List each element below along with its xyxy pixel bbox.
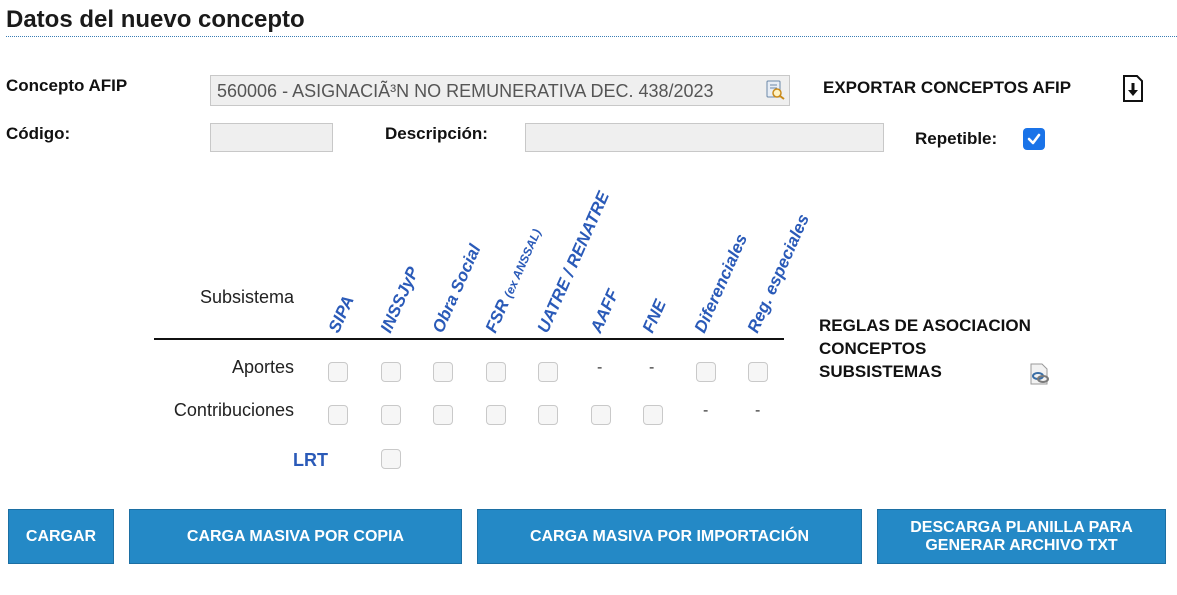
concepto-afip-label: Concepto AFIP — [6, 76, 128, 95]
subsistema-header: Subsistema — [199, 287, 294, 307]
carga-masiva-copia-button[interactable]: CARGA MASIVA POR COPIA — [129, 509, 462, 564]
cargar-button[interactable]: CARGAR — [8, 509, 114, 564]
reglas-line-2: CONCEPTOS — [819, 339, 927, 358]
col-header-diferenciales: Diferenciales — [690, 231, 752, 336]
download-icon[interactable] — [1120, 74, 1146, 104]
row-label-contribuciones: Contribuciones — [173, 400, 294, 420]
lrt-label: LRT — [293, 450, 328, 470]
contrib-inssjyp-checkbox[interactable] — [381, 405, 401, 425]
aportes-diferenciales-checkbox[interactable] — [696, 362, 716, 382]
aportes-inssjyp-checkbox[interactable] — [381, 362, 401, 382]
exportar-conceptos-link[interactable]: EXPORTAR CONCEPTOS AFIP — [823, 78, 1071, 98]
col-header-sipa: SIPA — [324, 292, 358, 336]
aportes-obra-social-checkbox[interactable] — [433, 362, 453, 382]
descarga-planilla-button[interactable]: DESCARGA PLANILLA PARA GENERAR ARCHIVO T… — [877, 509, 1166, 564]
col-header-aaff: AAFF — [586, 286, 623, 336]
col-header-obra-social: Obra Social — [428, 241, 485, 336]
col-header-reg-especiales: Reg. especiales — [743, 211, 813, 336]
descarga-line-2: GENERAR ARCHIVO TXT — [925, 536, 1118, 554]
contrib-fne-checkbox[interactable] — [643, 405, 663, 425]
aportes-reg-especiales-checkbox[interactable] — [748, 362, 768, 382]
aportes-fne-na: - — [649, 359, 655, 376]
codigo-label: Código: — [6, 124, 71, 143]
aportes-aaff-na: - — [597, 359, 603, 376]
reglas-line-1: REGLAS DE ASOCIACION — [819, 316, 1031, 335]
page-title: Datos del nuevo concepto — [6, 6, 305, 33]
aportes-fsr-checkbox[interactable] — [486, 362, 506, 382]
link-doc-icon[interactable] — [1026, 361, 1052, 387]
lrt-checkbox[interactable] — [381, 449, 401, 469]
col-header-fne: FNE — [638, 296, 670, 336]
col-header-inssjyp: INSSJyP — [376, 263, 423, 336]
descarga-line-1: DESCARGA PLANILLA PARA — [910, 518, 1133, 536]
col-header-fsr-sub: (ex ANSSAL) — [501, 226, 544, 300]
row-label-aportes: Aportes — [231, 357, 294, 377]
descripcion-input[interactable] — [525, 123, 884, 152]
contrib-reg-especiales-na: - — [755, 402, 761, 419]
contrib-diferenciales-na: - — [703, 402, 709, 419]
descripcion-label: Descripción: — [385, 124, 488, 143]
reglas-asociacion-label: REGLAS DE ASOCIACION CONCEPTOS SUBSISTEM… — [819, 314, 1031, 383]
concepto-afip-value: 560006 - ASIGNACIÃ³N NO REMUNERATIVA DEC… — [217, 81, 714, 101]
contrib-uatre-checkbox[interactable] — [538, 405, 558, 425]
search-doc-icon[interactable] — [765, 80, 785, 100]
check-icon — [1027, 133, 1041, 145]
contrib-obra-social-checkbox[interactable] — [433, 405, 453, 425]
repetible-checkbox[interactable] — [1023, 128, 1045, 150]
concepto-afip-field[interactable]: 560006 - ASIGNACIÃ³N NO REMUNERATIVA DEC… — [210, 75, 790, 106]
aportes-uatre-checkbox[interactable] — [538, 362, 558, 382]
codigo-input[interactable] — [210, 123, 333, 152]
aportes-sipa-checkbox[interactable] — [328, 362, 348, 382]
carga-masiva-importacion-button[interactable]: CARGA MASIVA POR IMPORTACIÓN — [477, 509, 862, 564]
subsistema-divider — [154, 338, 784, 340]
title-divider — [6, 36, 1177, 37]
reglas-line-3: SUBSISTEMAS — [819, 362, 942, 381]
contrib-sipa-checkbox[interactable] — [328, 405, 348, 425]
contrib-fsr-checkbox[interactable] — [486, 405, 506, 425]
contrib-aaff-checkbox[interactable] — [591, 405, 611, 425]
repetible-label: Repetible: — [915, 129, 998, 148]
